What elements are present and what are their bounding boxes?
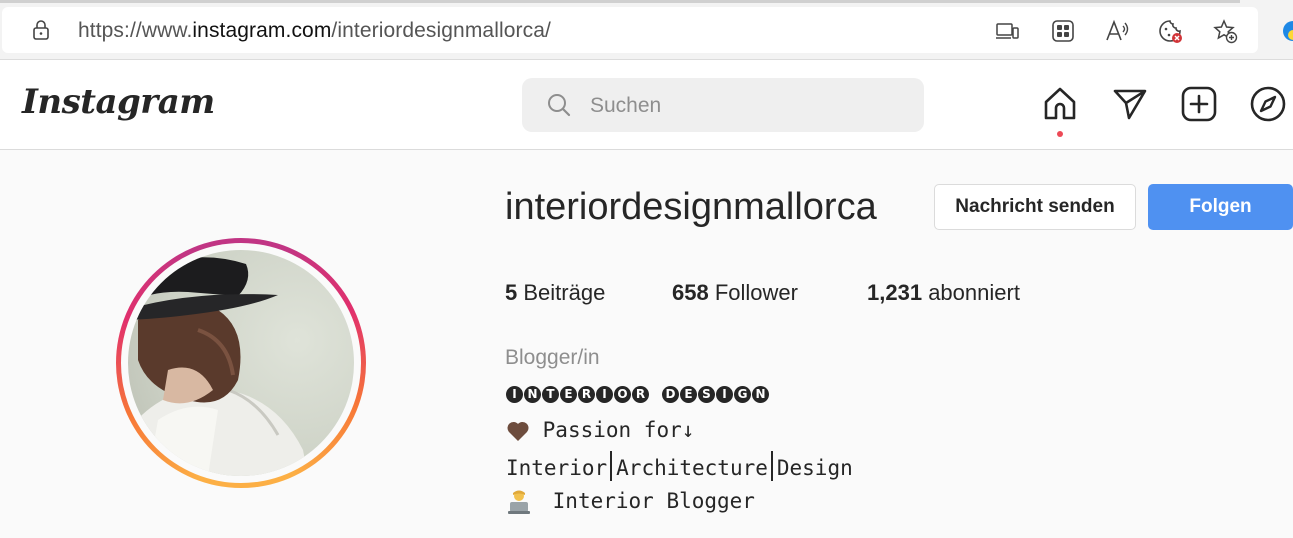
profile-photo	[128, 257, 308, 476]
instagram-header: Instagram	[0, 60, 1293, 150]
bio-divider	[610, 451, 613, 481]
followers-stat[interactable]: 658 Follower	[672, 280, 798, 306]
instagram-logo[interactable]: Instagram	[22, 82, 215, 122]
bio-topics-line: Interior Architecture Design	[506, 451, 853, 481]
tab-strip-edge	[0, 0, 1240, 3]
bio-headline-word-design: DESIGN	[662, 381, 770, 405]
story-ring[interactable]	[116, 238, 366, 488]
profile-category: Blogger/in	[505, 346, 600, 369]
brown-heart-icon	[507, 421, 529, 441]
bio-headline-letter: T	[542, 385, 559, 403]
bio-headline-letter: I	[716, 385, 733, 403]
home-notification-dot	[1057, 131, 1063, 137]
avatar[interactable]	[128, 250, 354, 476]
bio-headline-letter: G	[734, 385, 751, 403]
explore-icon[interactable]	[1249, 85, 1287, 123]
search-bar[interactable]	[522, 78, 924, 134]
posts-count: 5	[505, 280, 518, 305]
posts-stat: 5 Beiträge	[505, 280, 605, 306]
url-prefix: https://www.	[78, 19, 193, 42]
followers-label: Follower	[714, 280, 798, 305]
technologist-icon	[508, 490, 530, 514]
bio-headline-letter: D	[662, 385, 679, 403]
url-text[interactable]: https://www.instagram.com/interiordesign…	[78, 19, 551, 43]
following-count: 1,231	[867, 280, 923, 305]
profile-username: interiordesignmallorca	[505, 186, 877, 228]
lock-icon[interactable]	[30, 19, 52, 41]
read-aloud-icon[interactable]	[1104, 18, 1130, 44]
bio-headline-letter: I	[506, 385, 523, 403]
browser-toolbar: https://www.instagram.com/interiordesign…	[0, 0, 1293, 60]
bio-topic-interior: Interior	[506, 456, 608, 480]
bio-headline-letter: N	[524, 385, 541, 403]
new-post-icon[interactable]	[1180, 85, 1218, 123]
split-screen-icon[interactable]	[1050, 18, 1076, 44]
direct-message-icon[interactable]	[1111, 85, 1149, 123]
following-stat[interactable]: 1,231 abonniert	[867, 280, 1020, 306]
bio-headline-letter: E	[680, 385, 697, 403]
bio-headline-letter: O	[614, 385, 631, 403]
search-input[interactable]	[588, 78, 912, 134]
bio-headline-letter: N	[752, 385, 769, 403]
bio-headline-letter: E	[560, 385, 577, 403]
address-bar[interactable]: https://www.instagram.com/interiordesign…	[2, 7, 1258, 53]
bio-passion-text: Passion for↓	[542, 418, 695, 442]
url-path: /interiordesignmallorca/	[331, 19, 551, 42]
following-label: abonniert	[928, 280, 1020, 305]
bio-passion-line: Passion for↓	[506, 418, 694, 442]
url-domain: instagram.com	[192, 19, 332, 42]
bio-divider	[770, 451, 773, 481]
follow-button[interactable]: Folgen	[1148, 184, 1293, 230]
search-icon	[548, 94, 571, 117]
bio-headline-word-interior: INTERIOR	[506, 381, 650, 405]
followers-count: 658	[672, 280, 709, 305]
bio-blogger-text: Interior Blogger	[552, 489, 755, 513]
home-icon[interactable]	[1041, 85, 1079, 123]
bio-topic-architecture: Architecture	[616, 456, 768, 480]
add-favorite-icon[interactable]	[1212, 18, 1238, 44]
bio-headline-letter: S	[698, 385, 715, 403]
send-message-button[interactable]: Nachricht senden	[934, 184, 1136, 230]
app-available-icon[interactable]	[994, 18, 1020, 44]
edge-extension-icon[interactable]	[1280, 18, 1293, 44]
cookie-blocked-icon[interactable]	[1157, 18, 1183, 44]
posts-label: Beiträge	[523, 280, 606, 305]
bio-headline-letter: R	[578, 385, 595, 403]
bio-headline-letter: I	[596, 385, 613, 403]
bio-headline: INTERIORDESIGN	[506, 381, 770, 405]
bio-headline-letter: R	[632, 385, 649, 403]
bio-blogger-line: Interior Blogger	[506, 489, 755, 515]
bio-topic-design: Design	[776, 456, 853, 480]
